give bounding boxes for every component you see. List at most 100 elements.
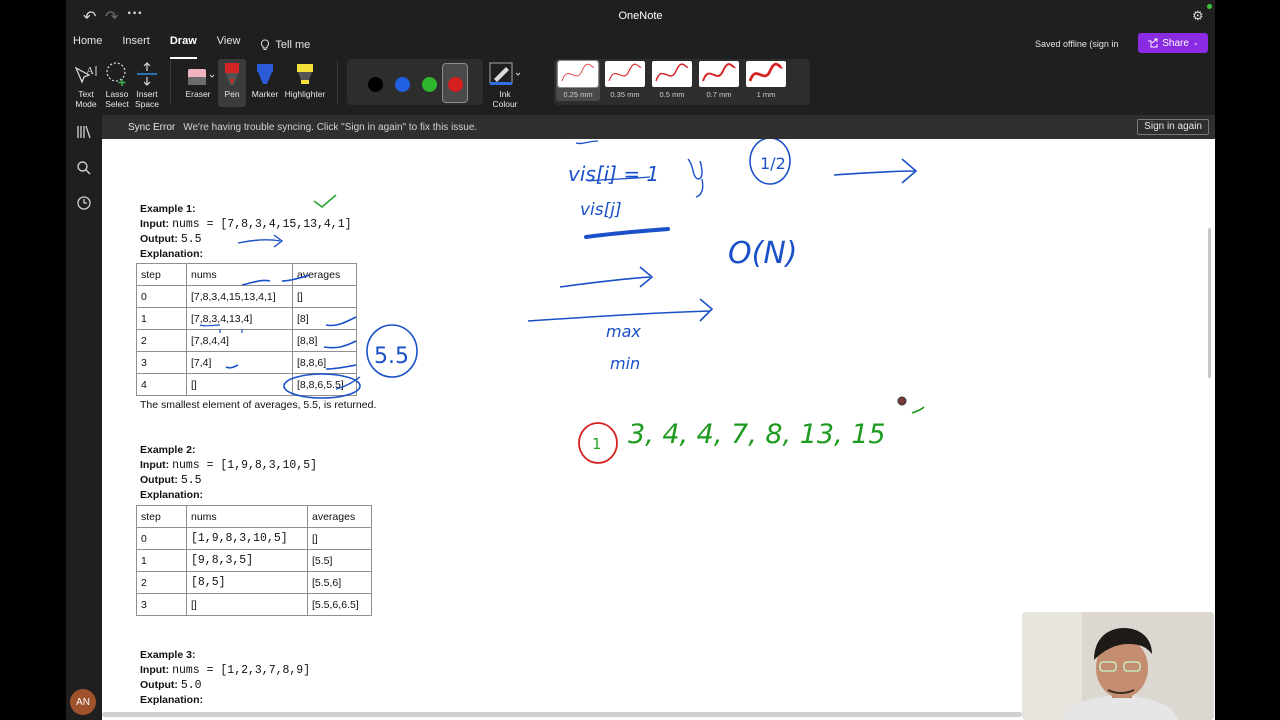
highlighter-button[interactable]: Highlighter: [280, 59, 330, 99]
example-explanation-label: Explanation:: [140, 694, 204, 706]
lightbulb-icon: [261, 39, 270, 50]
insert-space-icon: [137, 62, 157, 86]
eraser-icon: [188, 69, 214, 85]
pen-thickness-gallery: 0.25 mm 0.35 mm 0.5 mm 0.7 mm 1 mm: [554, 59, 810, 105]
sync-error-bar: Sync Error We're having trouble syncing.…: [102, 115, 1215, 139]
insert-space-label-2: Space: [134, 99, 160, 109]
presence-dot-icon: [1207, 4, 1212, 9]
example-2-table: step nums averages 0 [1,9,8,3,10,5][] 1 [9…: [136, 505, 372, 616]
text-mode-icon: A: [74, 65, 97, 84]
share-icon: [1148, 38, 1158, 48]
thickness-label: 1 mm: [756, 90, 776, 99]
example-output: Output: 5.5: [140, 233, 202, 246]
table-row: 0 [1,9,8,3,10,5][]: [136, 527, 372, 550]
ink-colour-label-2: Colour: [492, 99, 518, 109]
table-row: 2 [7,8,4,4] [8,8]: [136, 329, 357, 352]
example-1: Example 1: Input: nums = [7,8,3,4,15,13,…: [140, 202, 352, 262]
thickness-025[interactable]: 0.25 mm: [556, 60, 600, 101]
lasso-label-2: Select: [105, 99, 129, 109]
svg-text:A: A: [86, 65, 94, 77]
thickness-035[interactable]: 0.35 mm: [603, 61, 647, 99]
lasso-select-button[interactable]: Lasso Select: [102, 59, 132, 109]
pen-button[interactable]: Pen: [218, 59, 246, 107]
table-cell: [9,8,3,5]: [186, 549, 308, 572]
table-cell: []: [186, 373, 293, 396]
example-output: Output: 5.0: [140, 679, 202, 692]
ink-sorted-list: 3, 4, 4, 7, 8, 13, 15: [628, 419, 886, 450]
table-header-cell: averages: [307, 505, 372, 528]
text-mode-label-2: Mode: [75, 99, 97, 109]
pen-cursor-icon: [897, 396, 907, 406]
color-green-swatch[interactable]: [422, 77, 437, 92]
ink-colour-button[interactable]: Ink Colour: [486, 59, 524, 109]
table-cell: [7,4]: [186, 351, 293, 374]
table-row: 4[] [8,8,6,5.5]: [136, 373, 357, 396]
thickness-1[interactable]: 1 mm: [744, 61, 788, 99]
table-cell: []: [307, 527, 372, 550]
table-header-cell: nums: [186, 263, 293, 286]
avatar[interactable]: AN: [70, 689, 96, 715]
example-title: Example 3:: [140, 649, 196, 661]
notebooks-icon[interactable]: [75, 125, 93, 139]
thickness-05[interactable]: 0.5 mm: [650, 61, 694, 99]
color-red-swatch[interactable]: [448, 77, 463, 92]
insert-space-button[interactable]: Insert Space: [132, 59, 162, 109]
example-3: Example 3: Input: nums = [1,2,3,7,8,9] O…: [140, 648, 310, 708]
ink-half: 1/2: [760, 154, 786, 173]
ink-colour-label-1: Ink: [499, 89, 511, 99]
collaborate-icon[interactable]: ⚙: [1192, 8, 1204, 24]
stroke-preview-icon: [655, 63, 689, 82]
example-explanation-label: Explanation:: [140, 489, 204, 501]
marker-icon: [257, 64, 273, 84]
saved-status: Saved offline (sign in: [1035, 39, 1119, 49]
share-button[interactable]: Share ⌄: [1138, 33, 1208, 53]
sync-error-title: Sync Error: [128, 121, 176, 133]
ink-arrow-stroke: [833, 158, 918, 184]
example-explanation-label: Explanation:: [140, 248, 204, 260]
ink-stroke: [911, 406, 925, 414]
thickness-07[interactable]: 0.7 mm: [697, 61, 741, 99]
ink-colour-icon: [489, 62, 521, 85]
table-row: 2 [8,5] [5.5,6]: [136, 571, 372, 594]
marker-button[interactable]: Marker: [250, 59, 280, 99]
table-cell: 2: [136, 571, 187, 594]
highlighter-icon: [297, 64, 313, 84]
sign-in-again-button[interactable]: Sign in again: [1137, 119, 1209, 135]
table-header-cell: averages: [292, 263, 357, 286]
table-header-cell: step: [136, 505, 187, 528]
table-cell: [8,8,6,5.5]: [292, 373, 357, 396]
tab-view[interactable]: View: [217, 35, 249, 55]
lasso-label-1: Lasso: [105, 89, 129, 99]
recent-clock-icon[interactable]: [75, 195, 93, 211]
horizontal-scrollbar[interactable]: [102, 712, 1022, 717]
color-black-swatch[interactable]: [368, 77, 383, 92]
table-header-cell: step: [136, 263, 187, 286]
table-cell: []: [186, 593, 308, 616]
ink-max: max: [606, 322, 641, 341]
ink-circle-stroke: [366, 324, 418, 378]
eraser-button[interactable]: Eraser: [178, 59, 218, 99]
tell-me-search[interactable]: Tell me: [260, 35, 318, 55]
tab-insert[interactable]: Insert: [122, 35, 158, 55]
table-cell: [8,5]: [186, 571, 308, 594]
ink-color-palette: [347, 59, 483, 105]
example-1-note: The smallest element of averages, 5.5, i…: [140, 399, 377, 411]
stroke-preview-icon: [702, 63, 736, 82]
vertical-scrollbar[interactable]: [1208, 228, 1211, 378]
table-row: 1 [7,8,3,4,13,4] [8]: [136, 307, 357, 330]
draw-ribbon: A Text Mode Lasso Select Insert Space Er…: [66, 55, 1215, 113]
sync-error-message: We're having trouble syncing. Click "Sig…: [183, 121, 478, 133]
tab-draw[interactable]: Draw: [169, 35, 205, 59]
title-bar: ↶ ↷ ··· OneNote ⚙: [66, 0, 1215, 32]
search-icon[interactable]: [75, 160, 93, 176]
tab-home[interactable]: Home: [73, 35, 110, 55]
app-title: OneNote: [618, 10, 663, 22]
table-cell: 3: [136, 593, 187, 616]
color-blue-swatch[interactable]: [395, 77, 410, 92]
table-cell: [1,9,8,3,10,5]: [186, 527, 308, 550]
table-row: 3 [7,4] [8,8,6]: [136, 351, 357, 374]
ink-brace-stroke: [687, 158, 704, 198]
highlighter-label: Highlighter: [284, 89, 326, 99]
table-cell: 3: [136, 351, 187, 374]
text-mode-button[interactable]: A Text Mode: [72, 59, 100, 109]
